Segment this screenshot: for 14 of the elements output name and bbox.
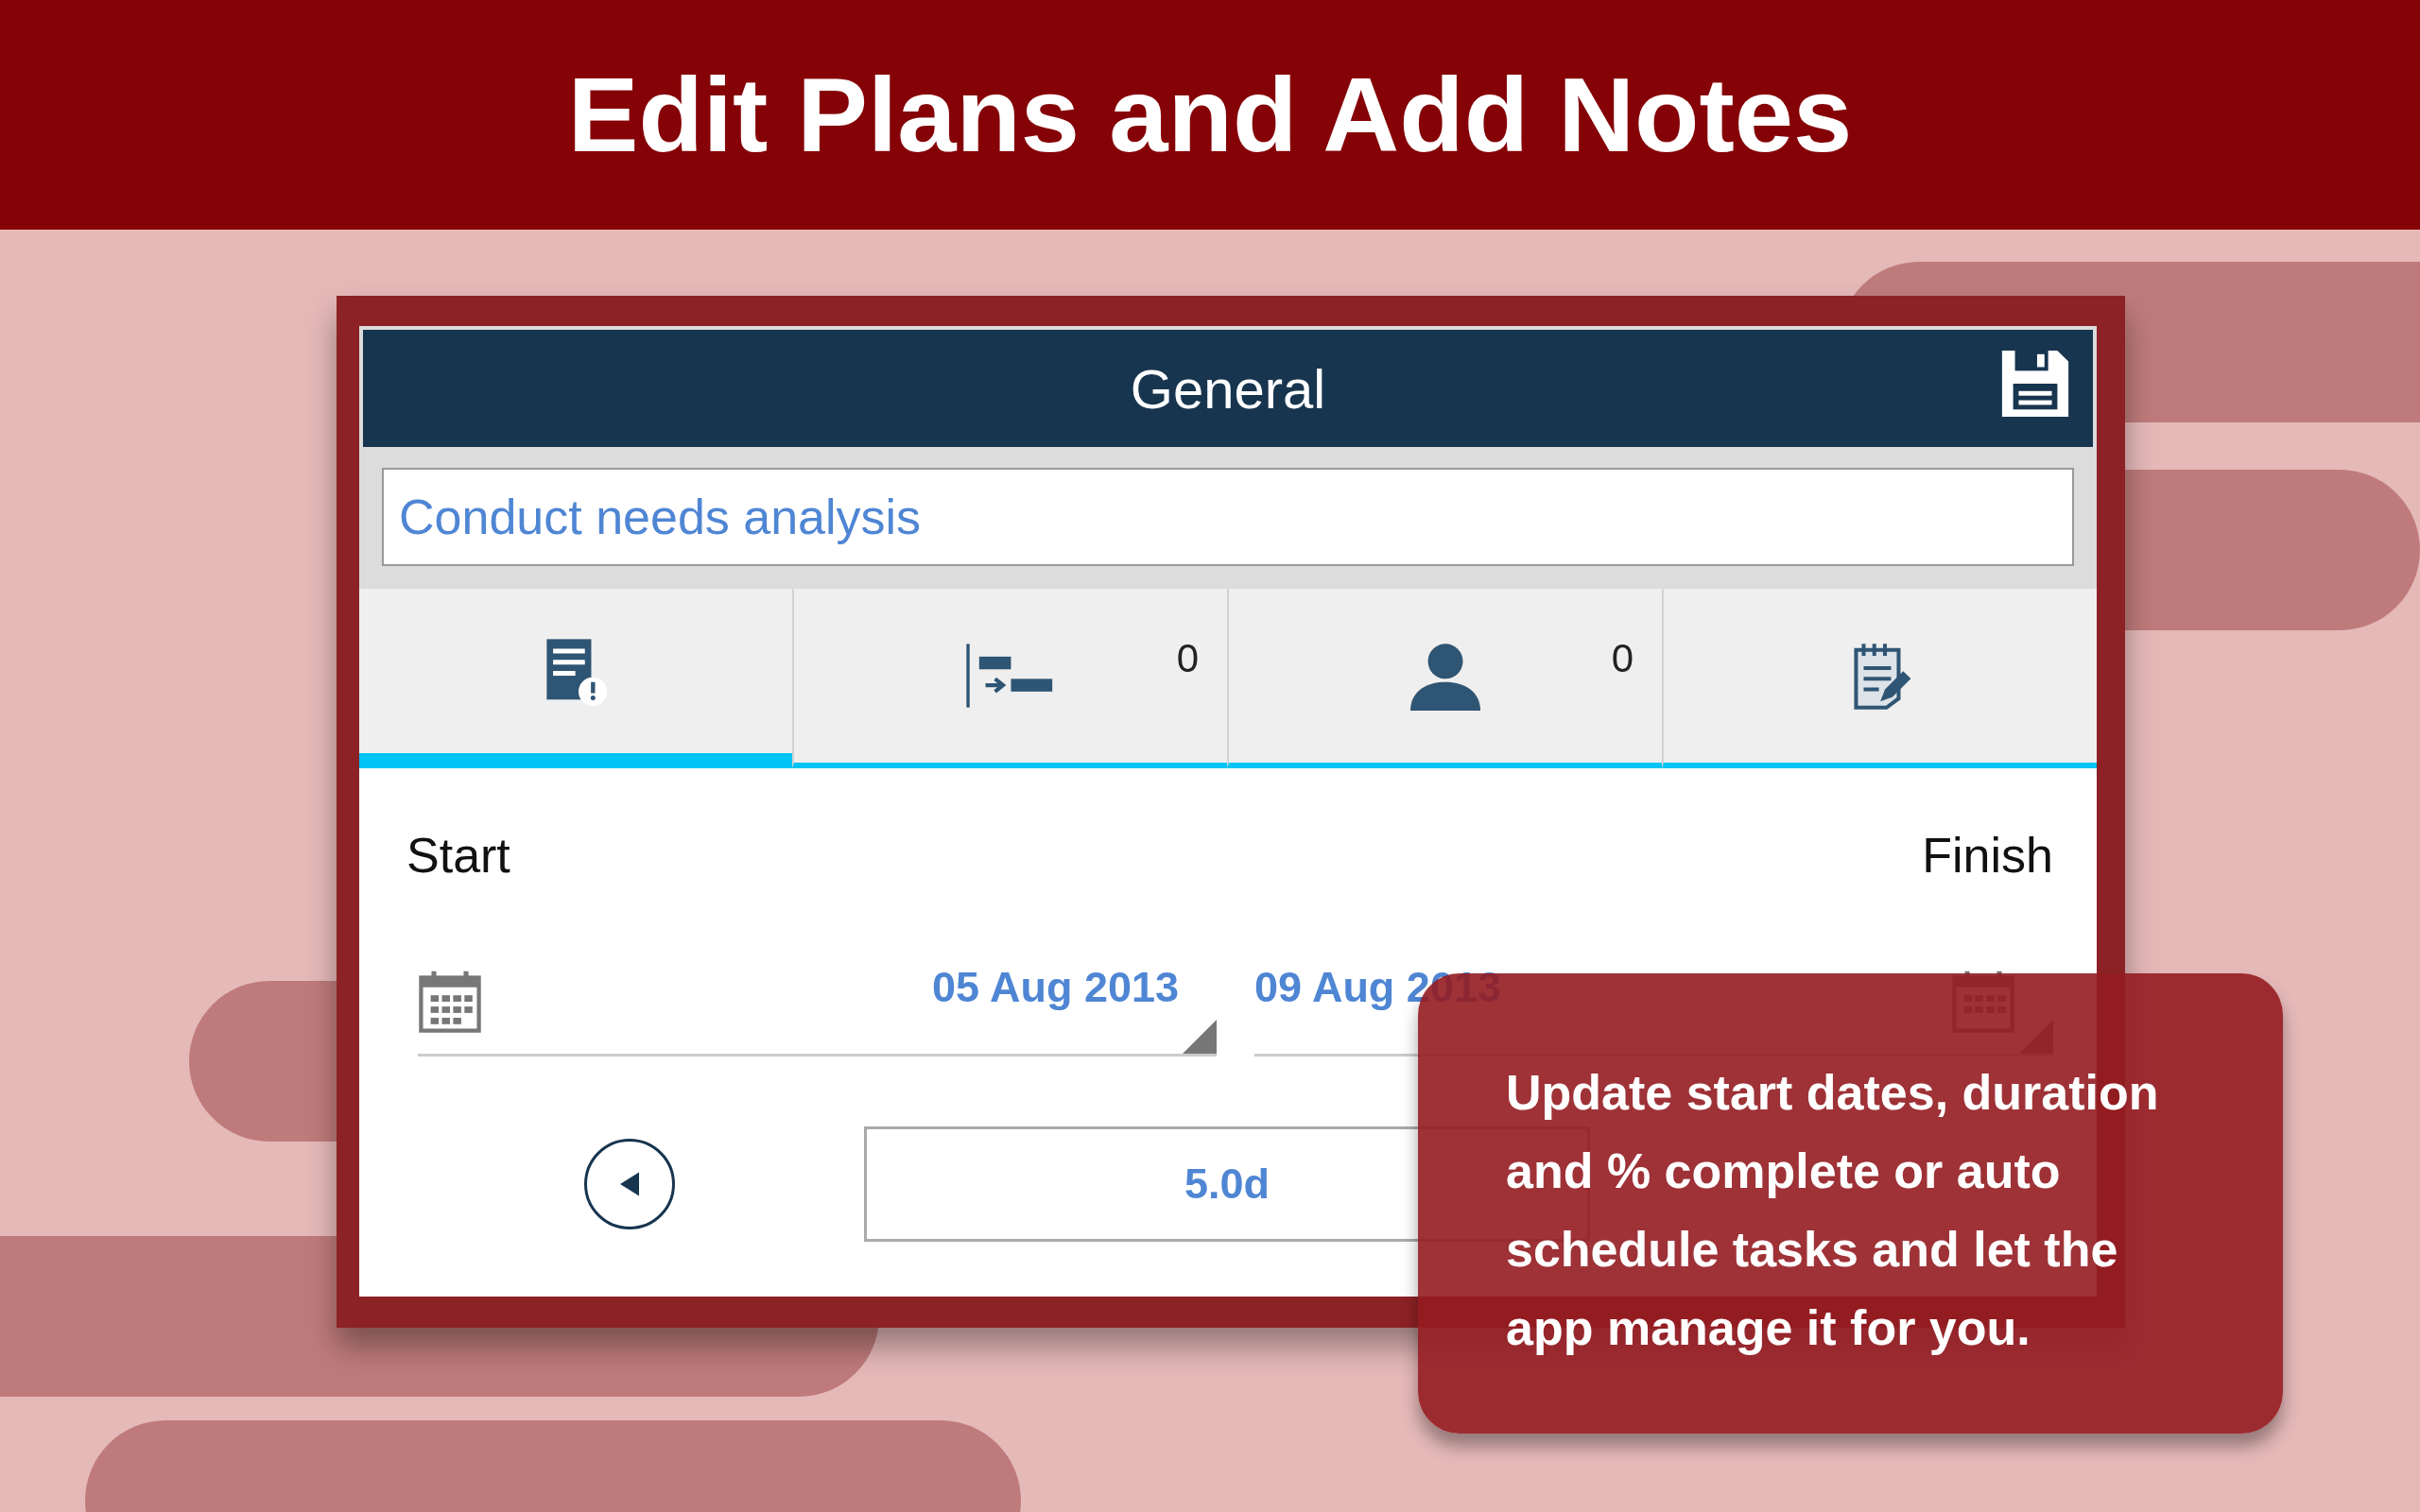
start-date-field[interactable]: 05 Aug 2013: [418, 950, 1217, 1057]
banner-title: Edit Plans and Add Notes: [567, 55, 1853, 176]
screen-title: General: [1130, 356, 1326, 421]
callout-text: app manage it for you.: [1506, 1301, 2031, 1355]
tab[interactable]: 0: [1227, 589, 1662, 768]
tab[interactable]: [359, 589, 792, 768]
start-label: Start: [406, 827, 510, 884]
calendar-icon: [418, 970, 482, 1034]
callout-text: Update start dates, duration: [1506, 1066, 2159, 1120]
document-alert-icon: [544, 636, 608, 706]
tab[interactable]: 0: [792, 589, 1227, 768]
finish-label: Finish: [1922, 827, 2053, 884]
corner-icon: [1183, 1020, 1217, 1054]
task-name-field[interactable]: Conduct needs analysis: [382, 468, 2074, 566]
